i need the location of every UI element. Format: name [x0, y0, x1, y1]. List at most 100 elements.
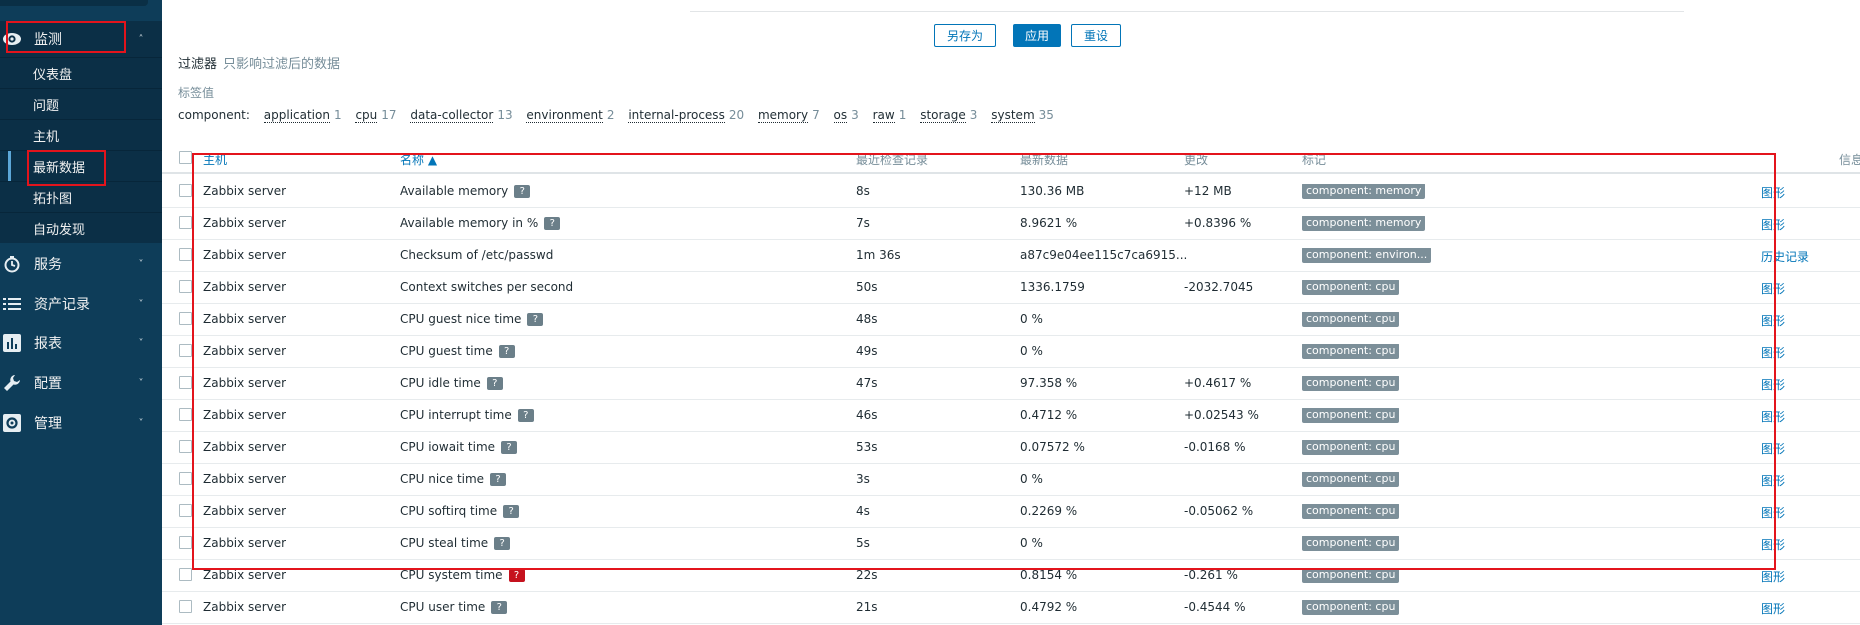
host-link[interactable]: Zabbix server [203, 600, 287, 614]
help-icon[interactable]: ? [508, 569, 525, 582]
host-link[interactable]: Zabbix server [203, 376, 287, 390]
help-icon[interactable]: ? [491, 601, 508, 614]
item-name[interactable]: CPU guest nice time? [400, 312, 544, 326]
item-name[interactable]: CPU idle time? [400, 376, 503, 390]
host-link[interactable]: Zabbix server [203, 440, 287, 454]
tag-badge[interactable]: component: memory [1302, 216, 1426, 231]
tag-badge[interactable]: component: environ... [1302, 248, 1432, 263]
host-link[interactable]: Zabbix server [203, 568, 287, 582]
item-name[interactable]: CPU user time? [400, 600, 508, 614]
help-icon[interactable]: ? [486, 377, 503, 390]
row-checkbox[interactable] [179, 600, 192, 613]
row-checkbox[interactable] [179, 504, 192, 517]
help-icon[interactable]: ? [501, 441, 518, 454]
tag-badge[interactable]: component: cpu [1302, 280, 1400, 295]
submenu-problems[interactable]: 问题 [0, 88, 162, 119]
row-checkbox[interactable] [179, 472, 192, 485]
tag-value-environment[interactable]: environment 2 [526, 108, 615, 123]
sidebar-item-services[interactable]: 服务 ˅ [0, 246, 162, 282]
action-link[interactable]: 图形 [1761, 472, 1785, 489]
row-checkbox[interactable] [179, 536, 192, 549]
row-checkbox[interactable] [179, 184, 192, 197]
save-as-button[interactable]: 另存为 [934, 24, 996, 47]
tag-value-storage[interactable]: storage 3 [920, 108, 977, 123]
action-link[interactable]: 图形 [1761, 312, 1785, 329]
item-name[interactable]: CPU guest time? [400, 344, 515, 358]
tag-value-data-collector[interactable]: data-collector 13 [410, 108, 513, 123]
action-link[interactable]: 图形 [1761, 536, 1785, 553]
tag-value-os[interactable]: os 3 [833, 108, 859, 123]
tag-badge[interactable]: component: cpu [1302, 504, 1400, 519]
item-name[interactable]: Available memory in %? [400, 216, 561, 230]
select-all-checkbox[interactable] [179, 151, 192, 164]
column-header-name[interactable]: 名称 ▲ [400, 151, 437, 168]
action-link[interactable]: 图形 [1761, 408, 1785, 425]
sidebar-item-administration[interactable]: 管理 ˅ [0, 405, 162, 441]
sidebar-item-inventory[interactable]: 资产记录 ˅ [0, 286, 162, 322]
tag-badge[interactable]: component: cpu [1302, 536, 1400, 551]
submenu-maps[interactable]: 拓扑图 [0, 181, 162, 212]
row-checkbox[interactable] [179, 376, 192, 389]
item-name[interactable]: CPU softirq time? [400, 504, 520, 518]
item-name[interactable]: Checksum of /etc/passwd [400, 248, 554, 262]
row-checkbox[interactable] [179, 216, 192, 229]
host-link[interactable]: Zabbix server [203, 312, 287, 326]
host-link[interactable]: Zabbix server [203, 344, 287, 358]
sidebar-item-configuration[interactable]: 配置 ˅ [0, 365, 162, 401]
host-link[interactable]: Zabbix server [203, 504, 287, 518]
help-icon[interactable]: ? [527, 313, 544, 326]
host-link[interactable]: Zabbix server [203, 408, 287, 422]
host-link[interactable]: Zabbix server [203, 184, 287, 198]
item-name[interactable]: Available memory? [400, 184, 531, 198]
action-link[interactable]: 图形 [1761, 504, 1785, 521]
help-icon[interactable]: ? [517, 409, 534, 422]
tag-value-raw[interactable]: raw 1 [872, 108, 906, 123]
submenu-latest-data[interactable]: 最新数据 [0, 150, 162, 181]
row-checkbox[interactable] [179, 280, 192, 293]
tag-badge[interactable]: component: cpu [1302, 376, 1400, 391]
row-checkbox[interactable] [179, 344, 192, 357]
help-icon[interactable]: ? [544, 217, 561, 230]
host-link[interactable]: Zabbix server [203, 248, 287, 262]
tag-value-cpu[interactable]: cpu 17 [355, 108, 397, 123]
tag-value-application[interactable]: application 1 [263, 108, 342, 123]
item-name[interactable]: CPU interrupt time? [400, 408, 534, 422]
item-name[interactable]: Context switches per second [400, 280, 574, 294]
help-icon[interactable]: ? [494, 537, 511, 550]
apply-button[interactable]: 应用 [1013, 24, 1061, 47]
tag-badge[interactable]: component: memory [1302, 184, 1426, 199]
submenu-discovery[interactable]: 自动发现 [0, 212, 162, 243]
action-link[interactable]: 历史记录 [1761, 248, 1809, 265]
sidebar-item-reports[interactable]: 报表 ˅ [0, 325, 162, 361]
submenu-hosts[interactable]: 主机 [0, 119, 162, 150]
row-checkbox[interactable] [179, 440, 192, 453]
tag-badge[interactable]: component: cpu [1302, 600, 1400, 615]
tag-badge[interactable]: component: cpu [1302, 440, 1400, 455]
tag-badge[interactable]: component: cpu [1302, 568, 1400, 583]
action-link[interactable]: 图形 [1761, 216, 1785, 233]
submenu-dashboard[interactable]: 仪表盘 [0, 57, 162, 88]
help-icon[interactable]: ? [490, 473, 507, 486]
help-icon[interactable]: ? [503, 505, 520, 518]
action-link[interactable]: 图形 [1761, 600, 1785, 617]
row-checkbox[interactable] [179, 568, 192, 581]
item-name[interactable]: CPU system time? [400, 568, 525, 582]
column-header-host[interactable]: 主机 [203, 151, 227, 168]
tag-value-internal-process[interactable]: internal-process 20 [628, 108, 744, 123]
action-link[interactable]: 图形 [1761, 280, 1785, 297]
host-link[interactable]: Zabbix server [203, 216, 287, 230]
host-link[interactable]: Zabbix server [203, 280, 287, 294]
host-link[interactable]: Zabbix server [203, 472, 287, 486]
help-icon[interactable]: ? [514, 185, 531, 198]
host-link[interactable]: Zabbix server [203, 536, 287, 550]
action-link[interactable]: 图形 [1761, 568, 1785, 585]
tag-badge[interactable]: component: cpu [1302, 408, 1400, 423]
row-checkbox[interactable] [179, 408, 192, 421]
help-icon[interactable]: ? [498, 345, 515, 358]
item-name[interactable]: CPU steal time? [400, 536, 511, 550]
tag-badge[interactable]: component: cpu [1302, 472, 1400, 487]
item-name[interactable]: CPU iowait time? [400, 440, 518, 454]
row-checkbox[interactable] [179, 248, 192, 261]
action-link[interactable]: 图形 [1761, 344, 1785, 361]
action-link[interactable]: 图形 [1761, 440, 1785, 457]
